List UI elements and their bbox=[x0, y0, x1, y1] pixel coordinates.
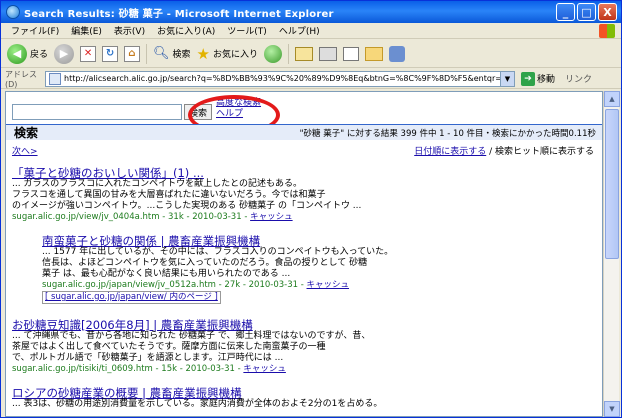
scroll-down-icon[interactable]: ▼ bbox=[604, 401, 620, 417]
menu-help[interactable]: ヘルプ(H) bbox=[273, 24, 326, 37]
back-label: 戻る bbox=[30, 50, 49, 60]
address-bar: アドレス(D) http://alicsearch.alic.go.jp/sea… bbox=[1, 69, 621, 89]
windows-logo-icon bbox=[599, 24, 615, 38]
go-label: 移動 bbox=[537, 75, 556, 85]
close-button[interactable]: X bbox=[598, 3, 617, 21]
go-arrow-icon: ➔ bbox=[521, 71, 535, 86]
results-header-title: 検索 bbox=[14, 126, 39, 140]
result-snippet: で、ポルトガル語で「砂糖菓子」を語源とします。江戸時代には ... bbox=[12, 353, 284, 363]
address-url[interactable]: http://alicsearch.alic.go.jp/search?q=%8… bbox=[64, 74, 500, 83]
scroll-thumb[interactable] bbox=[605, 109, 619, 259]
internet-explorer-icon bbox=[6, 5, 20, 19]
results-nav: 次へ> 日付順に表示する / 検索ヒット順に表示する bbox=[12, 144, 598, 157]
search-toolbar-label: 検索 bbox=[172, 50, 191, 60]
result-url-text: sugar.alic.go.jp/view/jv_0404a.htm - 31k… bbox=[12, 212, 251, 222]
title-bar: Search Results: 砂糖 菓子 - Microsoft Intern… bbox=[1, 1, 621, 23]
page-icon bbox=[49, 72, 61, 85]
refresh-icon[interactable]: ↻ bbox=[102, 45, 119, 62]
result-snippet: 信長は、よほどコンペイトウを気に入っていたのだろう。食品の授りとして 砂糖 bbox=[42, 258, 368, 268]
more-results-link[interactable]: [ sugar.alic.go.jp/japan/view/ 内のページ ] bbox=[42, 291, 221, 304]
cache-link[interactable]: キャッシュ bbox=[307, 280, 350, 290]
result-url: sugar.alic.go.jp/japan/view/jv_0512a.htm… bbox=[42, 280, 393, 291]
result-snippet: ... 1577 年に出しているが、その中には、フラスコ入りのコンペイトウも入っ… bbox=[42, 247, 394, 257]
menu-edit[interactable]: 編集(E) bbox=[65, 24, 108, 37]
result-title-link[interactable]: 南蛮菓子と砂糖の関係 | 農畜産業振興機構 bbox=[42, 235, 393, 247]
sort-separator: / bbox=[486, 147, 495, 157]
mail-icon[interactable] bbox=[295, 46, 314, 61]
result-title-link[interactable]: お砂糖豆知識[2006年8月] | 農畜産業振興機構 bbox=[12, 319, 370, 331]
vertical-scrollbar[interactable]: ▲ ▼ bbox=[603, 91, 620, 417]
print-icon[interactable] bbox=[319, 46, 338, 61]
toolbar: ◀ 戻る ▶ ✕ ↻ ⌂ 🔍︎ 検索 ★ お気に入り bbox=[1, 40, 621, 68]
menu-bar: ファイル(F) 編集(E) 表示(V) お気に入り(A) ツール(T) ヘルプ(… bbox=[1, 23, 621, 39]
search-input[interactable] bbox=[12, 104, 182, 120]
stop-icon[interactable]: ✕ bbox=[80, 45, 97, 62]
toolbar-separator bbox=[288, 43, 290, 64]
search-form: 検索 bbox=[12, 104, 213, 120]
result-snippet: フラスコを通して異国の甘みを大層喜ばれたに違いないだろう。今では和菓子 bbox=[12, 190, 326, 200]
menu-file[interactable]: ファイル(F) bbox=[5, 24, 65, 37]
result-url-text: sugar.alic.go.jp/japan/view/jv_0512a.htm… bbox=[42, 280, 307, 290]
result-title-link[interactable]: 「菓子と砂糖のおいしい関係」(1) ... bbox=[12, 167, 361, 179]
menu-favorites[interactable]: お気に入り(A) bbox=[151, 24, 221, 37]
chevron-down-icon[interactable]: ▼ bbox=[500, 71, 514, 86]
result-item: 「菓子と砂糖のおいしい関係」(1) ... ... ガラスのフラスコに入れたコン… bbox=[12, 167, 362, 223]
sort-options: 日付順に表示する / 検索ヒット順に表示する bbox=[414, 144, 594, 157]
result-title-link[interactable]: ロシアの砂糖産業の概要 | 農畜産業振興機構 bbox=[12, 387, 382, 399]
result-snippet: ... ガラスのフラスコに入れたコンペイトウを献上したとの記述もある。 bbox=[12, 179, 302, 189]
star-icon: ★ bbox=[196, 44, 210, 63]
result-snippet: ... て沖縄県でも、昔から各地に知られた 砂糖菓子 で、郷土料理ではないのです… bbox=[12, 331, 371, 341]
cache-link[interactable]: キャッシュ bbox=[243, 364, 286, 374]
sort-by-date-link[interactable]: 日付順に表示する bbox=[414, 147, 486, 157]
magnifier-icon: 🔍︎ bbox=[153, 46, 170, 61]
maximize-button[interactable]: □ bbox=[577, 3, 596, 21]
result-item: 南蛮菓子と砂糖の関係 | 農畜産業振興機構 ... 1577 年に出しているが、… bbox=[42, 235, 394, 304]
minimize-button[interactable]: _ bbox=[556, 3, 575, 21]
address-field[interactable]: http://alicsearch.alic.go.jp/search?q=%8… bbox=[45, 70, 515, 87]
cache-link[interactable]: キャッシュ bbox=[250, 212, 293, 222]
go-button[interactable]: ➔ 移動 bbox=[521, 71, 556, 86]
home-icon[interactable]: ⌂ bbox=[124, 45, 141, 62]
search-toolbar-button[interactable]: 🔍︎ 検索 bbox=[153, 46, 191, 61]
favorites-label: お気に入り bbox=[213, 50, 259, 60]
result-snippet: 菓子 は、最も心配がなく良い結果にも用いられたのである ... bbox=[42, 269, 291, 279]
scroll-up-icon[interactable]: ▲ bbox=[604, 91, 620, 107]
results-header: 検索 "砂糖 菓子" に対する結果 399 件中 1 - 10 件目・検索にかか… bbox=[6, 124, 602, 140]
result-item: お砂糖豆知識[2006年8月] | 農畜産業振興機構 ... て沖縄県でも、昔か… bbox=[12, 319, 371, 375]
menu-view[interactable]: 表示(V) bbox=[108, 24, 151, 37]
history-icon[interactable] bbox=[264, 44, 283, 63]
folder-icon[interactable] bbox=[365, 46, 384, 61]
favorites-button[interactable]: ★ お気に入り bbox=[197, 45, 258, 63]
page-content: 検索 高度な検索 ヘルプ 検索 "砂糖 菓子" に対する結果 399 件中 1 … bbox=[5, 91, 603, 417]
results-stats: "砂糖 菓子" に対する結果 399 件中 1 - 10 件目・検索にかかった時… bbox=[299, 128, 596, 139]
edit-icon[interactable] bbox=[343, 46, 360, 61]
menu-tools[interactable]: ツール(T) bbox=[221, 24, 273, 37]
result-item: ロシアの砂糖産業の概要 | 農畜産業振興機構 ... 表3は、砂糖の用途別消費量… bbox=[12, 387, 383, 410]
result-snippet: のイメージが強いコンペイトウ。...こうした実現のある 砂糖菓子 の「コンペイト… bbox=[12, 201, 362, 211]
toolbar-separator bbox=[146, 43, 148, 64]
address-label: アドレス(D) bbox=[5, 69, 37, 89]
result-url-text: sugar.alic.go.jp/tisiki/ti_0609.htm - 15… bbox=[12, 364, 244, 374]
window-title: Search Results: 砂糖 菓子 - Microsoft Intern… bbox=[24, 8, 334, 20]
messenger-icon[interactable] bbox=[389, 45, 406, 62]
window-controls: _ □ X bbox=[556, 3, 617, 21]
result-snippet: 茶屋ではよく出して食べていたそうです。薩摩方面に伝来した南蛮菓子の一種 bbox=[12, 342, 326, 352]
browser-window: Search Results: 砂糖 菓子 - Microsoft Intern… bbox=[0, 0, 622, 418]
links-button[interactable]: リンク bbox=[565, 72, 592, 85]
back-button[interactable]: ◀ 戻る bbox=[7, 43, 49, 64]
result-url: sugar.alic.go.jp/view/jv_0404a.htm - 31k… bbox=[12, 212, 361, 223]
result-snippet: ... 表3は、砂糖の用途別消費量を示している。家庭内消費が全体のおよそ2分の1… bbox=[12, 399, 383, 409]
forward-button[interactable]: ▶ bbox=[54, 43, 75, 64]
result-url: sugar.alic.go.jp/tisiki/ti_0609.htm - 15… bbox=[12, 364, 370, 375]
next-page-link[interactable]: 次へ> bbox=[12, 147, 38, 157]
back-arrow-icon: ◀ bbox=[7, 43, 27, 64]
sort-by-relevance-label: 検索ヒット順に表示する bbox=[494, 147, 594, 157]
